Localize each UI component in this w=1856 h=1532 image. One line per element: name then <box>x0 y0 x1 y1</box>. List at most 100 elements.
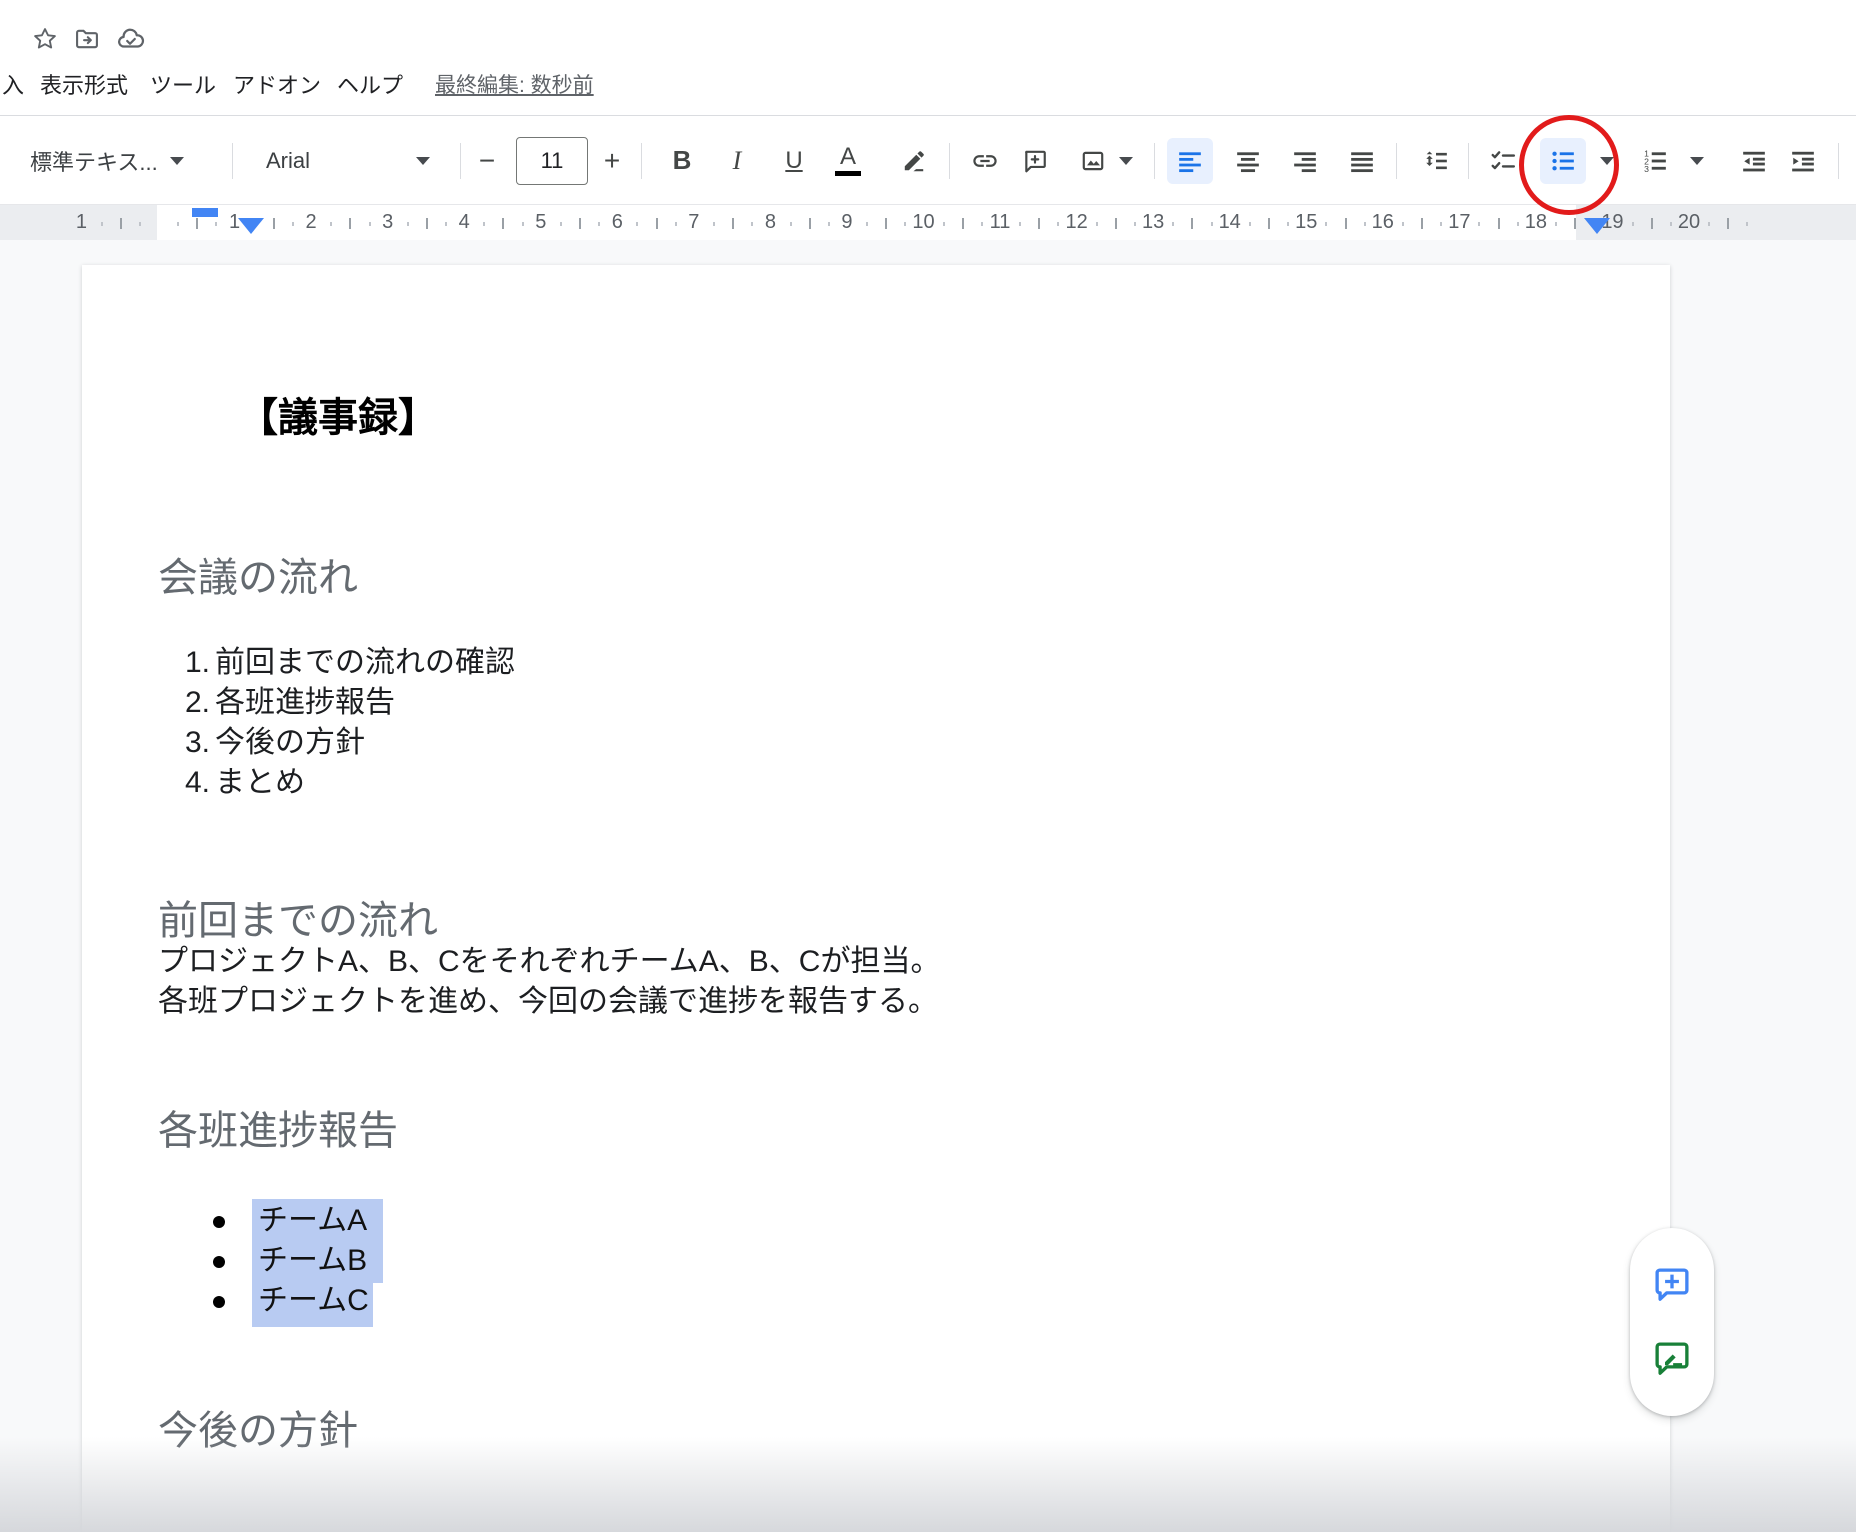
menu-item-insert[interactable]: 入 <box>2 70 24 102</box>
increase-font-size-button[interactable]: + <box>589 138 635 184</box>
ruler-tick <box>962 218 964 229</box>
align-right-icon <box>1292 148 1318 174</box>
ruler-tick <box>349 218 351 229</box>
line-spacing-icon <box>1423 148 1449 174</box>
ruler-tick <box>445 222 447 226</box>
paragraph-line: 各班プロジェクトを進め、今回の会議で進捗を報告する。 <box>158 982 938 1022</box>
align-right-button[interactable] <box>1282 138 1328 184</box>
ruler-number: 13 <box>1142 211 1164 234</box>
align-center-button[interactable] <box>1225 138 1271 184</box>
menu-item-help[interactable]: ヘルプ <box>337 70 403 102</box>
font-size-value: 11 <box>541 148 564 174</box>
heading-previous: 前回までの流れ <box>158 888 438 946</box>
ruler-tick <box>1421 218 1423 229</box>
italic-button[interactable]: I <box>714 138 760 184</box>
ruler-tick <box>1019 222 1021 226</box>
menu-item-format[interactable]: 表示形式 <box>40 70 128 102</box>
decrease-indent-button[interactable] <box>1731 138 1777 184</box>
outdent-icon <box>1741 148 1767 174</box>
ruler-tick <box>1038 218 1040 229</box>
text-color-button[interactable]: A <box>825 138 871 184</box>
cloud-saved-icon <box>116 24 146 54</box>
ruler-number: 4 <box>459 211 470 234</box>
numbered-list-button[interactable]: 1 2 3 <box>1632 138 1678 184</box>
image-options-chevron-icon[interactable] <box>1119 157 1133 165</box>
left-indent-marker[interactable] <box>238 218 264 234</box>
bullet-icon <box>213 1256 225 1268</box>
add-comment-floating-button[interactable] <box>1649 1262 1695 1308</box>
suggest-edits-button[interactable] <box>1649 1336 1695 1382</box>
ruler-number: 20 <box>1678 211 1700 234</box>
toolbar: 標準テキス... Arial − 11 + B I U A <box>0 115 1856 205</box>
ruler-tick <box>790 222 792 226</box>
ruler-tick <box>215 222 217 226</box>
ruler-tick <box>732 218 734 229</box>
ruler-number: 3 <box>382 211 393 234</box>
ruler-number: 6 <box>612 211 623 234</box>
ruler-tick <box>981 222 983 226</box>
ruler-number: 18 <box>1525 211 1547 234</box>
highlighter-icon <box>901 148 927 174</box>
increase-indent-button[interactable] <box>1780 138 1826 184</box>
bulleted-list-chevron-icon[interactable] <box>1600 157 1614 165</box>
suggest-edit-icon <box>1651 1338 1693 1380</box>
ruler-tick <box>809 218 811 229</box>
last-edit-link[interactable]: 最終編集: 数秒前 <box>435 70 594 102</box>
ruler-tick <box>1115 218 1117 229</box>
font-size-input[interactable]: 11 <box>516 137 588 185</box>
titlebar: 入 表示形式 ツール アドオン ヘルプ 最終編集: 数秒前 <box>0 0 1856 115</box>
ruler-number: 16 <box>1372 211 1394 234</box>
ruler-tick <box>502 218 504 229</box>
right-indent-marker[interactable] <box>1584 218 1610 234</box>
ruler-number: 11 <box>990 211 1011 234</box>
ruler-number: 7 <box>688 211 699 234</box>
ruler-tick <box>177 222 179 226</box>
align-left-icon <box>1177 148 1203 174</box>
insert-image-button[interactable] <box>1070 138 1116 184</box>
decrease-font-size-button[interactable]: − <box>464 138 510 184</box>
bulleted-list-icon <box>1550 148 1576 174</box>
bulleted-list-button[interactable] <box>1540 138 1586 184</box>
insert-link-button[interactable] <box>962 138 1008 184</box>
add-comment-button[interactable] <box>1012 138 1058 184</box>
ruler-tick <box>1287 222 1289 226</box>
font-selector[interactable]: Arial <box>266 148 430 174</box>
ruler-number: 9 <box>841 211 852 234</box>
selected-text: チームA <box>252 1199 383 1243</box>
ruler-number: 14 <box>1219 211 1241 234</box>
align-center-icon <box>1235 148 1261 174</box>
ruler-tick <box>943 222 945 226</box>
divider <box>641 143 642 179</box>
ruler-number: 15 <box>1295 211 1317 234</box>
divider <box>1154 143 1155 179</box>
numbered-list-chevron-icon[interactable] <box>1690 157 1704 165</box>
menu-item-tools[interactable]: ツール <box>150 70 216 102</box>
chevron-down-icon <box>170 157 184 165</box>
ruler-tick <box>139 222 141 226</box>
first-line-indent-marker[interactable] <box>192 208 218 217</box>
ruler-tick <box>904 222 906 226</box>
paragraph-style-selector[interactable]: 標準テキス... <box>30 145 184 177</box>
ruler-tick <box>483 222 485 226</box>
ruler-tick <box>1727 218 1729 229</box>
ruler-tick <box>1364 222 1366 226</box>
ruler-tick <box>196 218 198 229</box>
link-icon <box>971 147 999 175</box>
align-left-button[interactable] <box>1167 138 1213 184</box>
menu-item-addons[interactable]: アドオン <box>233 70 321 102</box>
checklist-button[interactable] <box>1480 138 1526 184</box>
underline-button[interactable]: U <box>771 138 817 184</box>
bold-button[interactable]: B <box>659 138 705 184</box>
ruler-tick <box>292 222 294 226</box>
star-icon[interactable] <box>30 24 60 54</box>
ruler-tick <box>675 222 677 226</box>
divider <box>949 143 950 179</box>
document-canvas: 【議事録】 会議の流れ 1.前回までの流れの確認 2.各班進捗報告 3.今後の方… <box>0 240 1856 1532</box>
align-justify-button[interactable] <box>1339 138 1385 184</box>
line-spacing-button[interactable] <box>1413 138 1459 184</box>
selected-text: チームC <box>252 1279 373 1327</box>
move-folder-icon[interactable] <box>72 24 102 54</box>
ruler-tick <box>1249 222 1251 226</box>
document-page[interactable]: 【議事録】 会議の流れ 1.前回までの流れの確認 2.各班進捗報告 3.今後の方… <box>82 265 1670 1532</box>
highlight-color-button[interactable] <box>891 138 937 184</box>
